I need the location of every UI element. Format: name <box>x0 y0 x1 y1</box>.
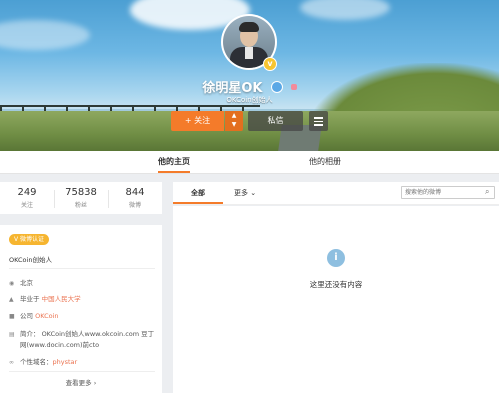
gender-icon <box>290 83 297 90</box>
stat-posts[interactable]: 844 微博 <box>108 182 162 214</box>
stat-value: 844 <box>125 187 145 198</box>
tab-album[interactable]: 他的相册 <box>309 151 341 173</box>
info-bio-line2: 网(www.docin.com)前cto <box>20 341 100 349</box>
briefcase-icon: ■ <box>9 313 15 320</box>
profile-name-row: 徐明星OK <box>0 76 499 96</box>
tab-home[interactable]: 他的主页 <box>158 151 190 173</box>
graduation-cap-icon: ▲ <box>9 296 14 303</box>
info-education: ▲ 毕业于 中国人民大学 <box>9 295 81 303</box>
stat-following[interactable]: 249 关注 <box>0 182 54 214</box>
banner-cloud <box>300 0 390 20</box>
vip-icon[interactable] <box>270 80 283 93</box>
verify-badge[interactable]: V 微博认证 <box>9 234 50 245</box>
company-link[interactable]: OKCoin <box>35 312 58 320</box>
stat-value: 249 <box>17 187 37 198</box>
search-icon[interactable]: ⌕ <box>485 187 496 197</box>
profile-name: 徐明星OK <box>202 81 263 96</box>
link-icon: ∞ <box>9 359 14 366</box>
location-pin-icon: ◉ <box>9 280 15 287</box>
banner-cloud <box>0 20 90 50</box>
feed-area: i 这里还没有内容 <box>173 206 499 393</box>
info-icon: i <box>327 249 345 267</box>
divider <box>9 268 155 269</box>
education-link[interactable]: 中国人民大学 <box>42 295 81 303</box>
feed-search-input[interactable] <box>401 186 495 199</box>
stat-label: 关注 <box>20 202 33 209</box>
stats-panel: 249 关注 75838 粉丝 844 微博 <box>0 182 162 214</box>
follow-down-arrow-icon: ▼ <box>231 121 237 128</box>
message-button[interactable]: 私信 <box>248 111 303 131</box>
stat-followers[interactable]: 75838 粉丝 <box>54 182 108 214</box>
profile-description: OKCoin创始人 <box>226 96 273 104</box>
info-company: ■ 公司 OKCoin <box>9 312 59 320</box>
bio-icon: ▤ <box>9 331 15 338</box>
stat-label: 微博 <box>128 202 141 209</box>
menu-icon <box>314 117 323 119</box>
divider <box>9 371 155 372</box>
domain-link[interactable]: phystar <box>53 358 78 366</box>
more-menu-button[interactable] <box>309 111 328 131</box>
profile-info-panel: V 微博认证 OKCoin创始人 ◉ 北京 ▲ 毕业于 中国人民大学 ■ 公司 OKC… <box>0 225 162 393</box>
feed-tab-more[interactable]: 更多 ⌄ <box>234 182 256 204</box>
verified-badge-icon: v <box>263 57 277 71</box>
follow-dropdown-button[interactable]: ▲ ▼ <box>225 111 243 131</box>
profile-tabbar: 他的主页 他的相册 <box>0 151 499 174</box>
stat-label: 粉丝 <box>74 202 87 209</box>
empty-feed-message: 这里还没有内容 <box>309 280 363 289</box>
info-bio: ▤ 简介： OKCoin创始人www.okcoin.com 豆丁 <box>9 330 155 338</box>
view-more-link[interactable]: 查看更多 › <box>0 377 162 387</box>
verify-text: OKCoin创始人 <box>9 256 52 264</box>
info-location: ◉ 北京 <box>9 279 33 287</box>
follow-up-arrow-icon: ▲ <box>231 112 237 119</box>
feed-tab-all[interactable]: 全部 <box>173 182 223 204</box>
feed-toolbar: 全部 更多 ⌄ ⌕ <box>173 182 499 205</box>
stat-value: 75838 <box>65 187 97 198</box>
info-domain: ∞ 个性域名：phystar <box>9 358 78 366</box>
follow-button[interactable]: + 关注 <box>171 111 224 131</box>
